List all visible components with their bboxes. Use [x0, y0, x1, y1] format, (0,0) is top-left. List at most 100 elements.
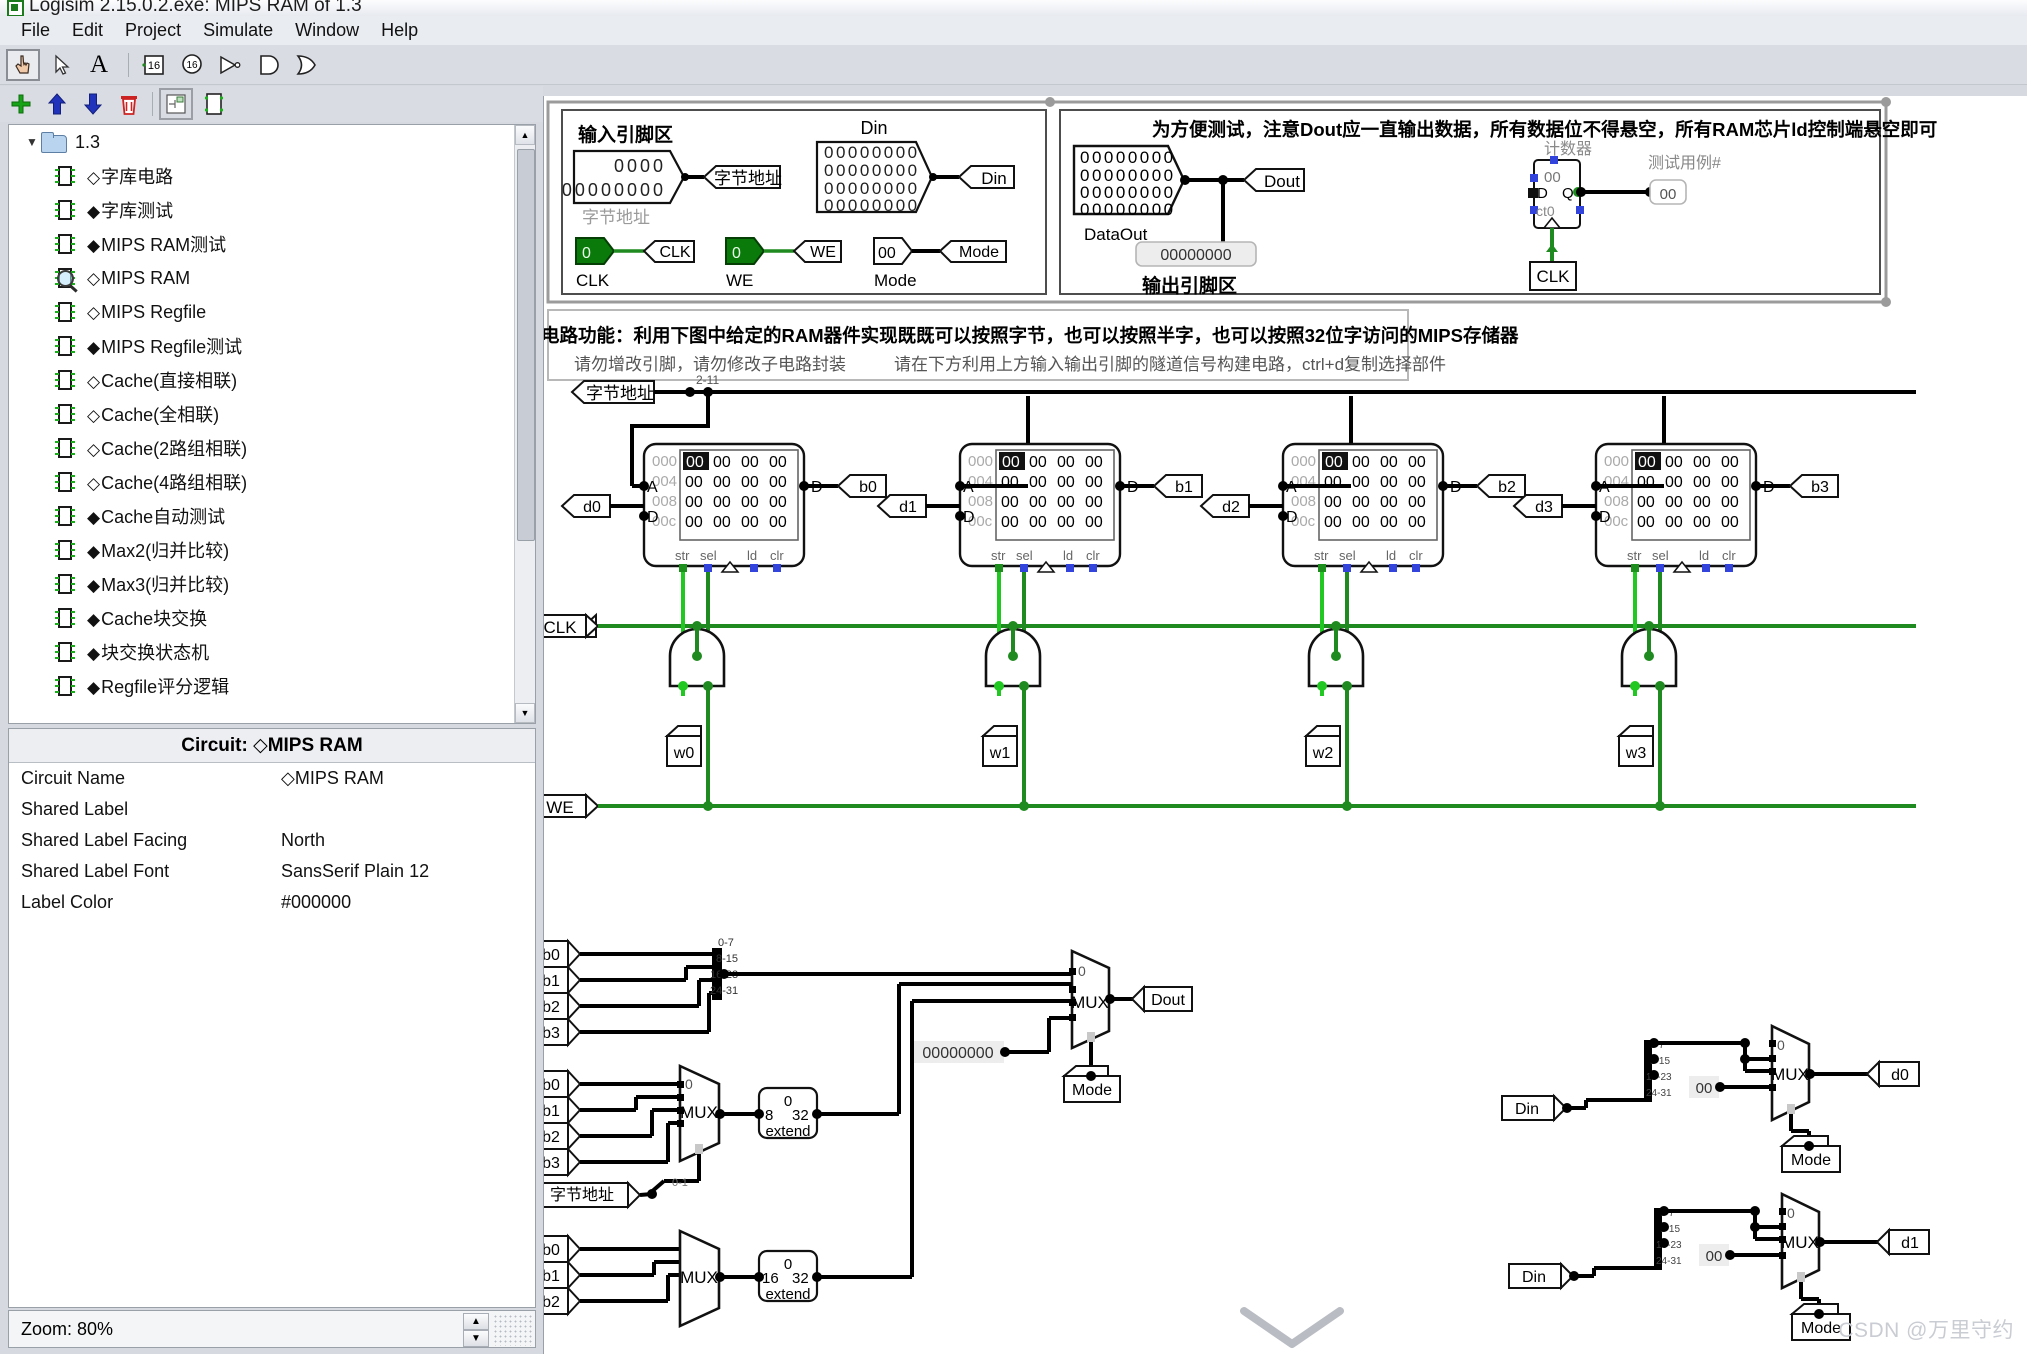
and-gate-tool-button[interactable] [251, 49, 285, 81]
view-simulation-button[interactable] [199, 90, 229, 118]
tunnel-dout-out[interactable]: Dout [1242, 168, 1305, 192]
byte-mux-group[interactable]: b0 b1 b2 b3 0 [544, 1063, 901, 1210]
ram-chip-3[interactable]: 000 004 008 00c 00 00 00 00 00 00 00 00 … [1512, 396, 1839, 573]
menu-edit[interactable]: Edit [61, 18, 114, 43]
tunnel-clk-in[interactable]: CLK [642, 240, 695, 263]
poke-tool-button[interactable] [6, 48, 40, 81]
tree-item-6[interactable]: ◇Cache(直接相联) [9, 363, 535, 397]
attr-row-shared-label-facing[interactable]: Shared Label Facing North [9, 825, 535, 856]
mode-caption: Mode [874, 271, 917, 290]
clk-input-pin[interactable]: 0 CLK [575, 237, 616, 290]
attr-value[interactable]: North [281, 830, 535, 851]
menu-help[interactable]: Help [370, 18, 429, 43]
tree-item-1[interactable]: ◆字库测试 [9, 193, 535, 227]
tunnel-we-in[interactable]: WE [792, 240, 842, 263]
output-probe: 00000000 [1135, 241, 1257, 267]
tree-root[interactable]: ▼ 1.3 [9, 125, 535, 159]
tree-item-8[interactable]: ◇Cache(2路组相联) [9, 431, 535, 465]
selection-handle[interactable] [1881, 297, 1891, 307]
tunnel-din-in[interactable]: Din [957, 165, 1015, 189]
tree-item-11[interactable]: ◆Max2(归并比较) [9, 533, 535, 567]
write-mux-d0-group[interactable]: Din 0-7 8-15 16-23 24-31 [1501, 1023, 1920, 1173]
expand-arrow-icon[interactable]: ▼ [23, 135, 41, 149]
splitter-bit-3: 24-31 [1646, 1088, 1672, 1099]
tree-item-13[interactable]: ◆Cache块交换 [9, 601, 535, 635]
half-mux-group[interactable]: b0 b1 b2 MUX 0 16 [544, 1228, 914, 1329]
tree-item-5[interactable]: ◆MIPS Regfile测试 [9, 329, 535, 363]
tunnel-counter-clk[interactable]: CLK [1529, 261, 1577, 291]
din-display[interactable]: 00000000 00000000 00000000 00000000 [815, 140, 934, 215]
zoom-stepper[interactable]: ▲ ▼ [463, 1313, 489, 1347]
counter-component[interactable]: 00 D Q ct0 [1528, 156, 1584, 229]
tunnel-byte-address-bank[interactable]: 字节地址 [570, 380, 655, 404]
ram-chip-0[interactable]: 000 004 008 00c 00 00 00 00 00 00 00 00 … [560, 396, 887, 573]
attr-value[interactable]: ◇MIPS RAM [281, 768, 535, 789]
tree-item-10[interactable]: ◆Cache自动测试 [9, 499, 535, 533]
explorer-scrollbar[interactable]: ▲ ▼ [514, 125, 535, 723]
ram-cell: 00 [741, 474, 759, 491]
scrollbar-thumb[interactable] [517, 149, 535, 541]
menu-window[interactable]: Window [284, 18, 370, 43]
read-mux-group[interactable]: b0 b1 b2 b3 [544, 937, 1193, 1246]
attr-row-circuit-name[interactable]: Circuit Name ◇MIPS RAM [9, 763, 535, 794]
zoom-up-arrow-icon[interactable]: ▲ [463, 1313, 489, 1330]
selection-handle[interactable] [1045, 97, 1055, 107]
ram-cell: 00 [1408, 454, 1426, 471]
view-toolbox-button[interactable] [159, 88, 193, 120]
tunnel-mode-in[interactable]: Mode [938, 240, 1007, 263]
ram-chip-1[interactable]: 000 004 008 00c 00 00 00 00 00 00 00 00 … [876, 396, 1203, 573]
menu-simulate[interactable]: Simulate [192, 18, 284, 43]
tree-item-0[interactable]: ◇字库电路 [9, 159, 535, 193]
circuit-canvas[interactable]: 输入引脚区 0000 00000000 字节地址 字节地址 Din 000000… [543, 96, 2027, 1354]
input-pin-tool-button[interactable]: 16 [137, 49, 171, 81]
attr-row-shared-label-font[interactable]: Shared Label Font SansSerif Plain 12 [9, 856, 535, 887]
scroll-down-arrow-icon[interactable]: ▼ [515, 703, 535, 723]
text-tool-button[interactable]: A [82, 49, 116, 81]
we-input-pin[interactable]: 0 WE [725, 237, 766, 290]
selection-handle[interactable] [1881, 97, 1891, 107]
tree-item-3-selected[interactable]: ◇MIPS RAM [9, 261, 535, 295]
attr-value[interactable]: SansSerif Plain 12 [281, 861, 535, 882]
not-gate-tool-button[interactable] [213, 49, 247, 81]
ram-chip-2[interactable]: 000 004 008 00c 00 00 00 00 00 00 00 00 … [1199, 396, 1526, 573]
ram-cell: 00 [1637, 474, 1655, 491]
tunnel-byte-address-in[interactable]: 字节地址 [702, 165, 782, 189]
output-pin-tool-button[interactable]: 16 [175, 49, 209, 81]
byte-address-display[interactable]: 0000 00000000 字节地址 [562, 149, 686, 227]
mode-input-pin[interactable]: 00 Mode [873, 237, 917, 290]
tree-item-15[interactable]: ◆Regfile评分逻辑 [9, 669, 535, 703]
ram-cell: 00 [1637, 494, 1655, 511]
write-enable-logic[interactable]: CLK WE w0 w1 w2 w3 [544, 572, 1916, 820]
add-circuit-button[interactable] [6, 90, 36, 118]
menu-file[interactable]: File [10, 18, 61, 43]
attr-value[interactable]: #000000 [281, 892, 535, 913]
ram-cell: 00 [1380, 474, 1398, 491]
tree-item-9[interactable]: ◇Cache(4路组相联) [9, 465, 535, 499]
tunnel-label: d1 [1901, 1235, 1919, 1252]
extend-label: extend [765, 1286, 810, 1303]
scroll-down-chevron-icon[interactable] [1240, 1307, 1344, 1348]
move-up-button[interactable] [42, 90, 72, 118]
move-down-button[interactable] [78, 90, 108, 118]
zoom-down-arrow-icon[interactable]: ▼ [463, 1330, 489, 1347]
tunnel-we-bank[interactable] [585, 792, 600, 820]
const-value: 00 [1706, 1248, 1723, 1265]
circuit-sheet[interactable]: 输入引脚区 0000 00000000 字节地址 字节地址 Din 000000… [544, 96, 2027, 1354]
resize-grip-icon[interactable] [493, 1314, 533, 1346]
or-gate-tool-button[interactable] [289, 49, 323, 81]
tree-item-4[interactable]: ◇MIPS Regfile [9, 295, 535, 329]
scroll-up-arrow-icon[interactable]: ▲ [515, 125, 535, 145]
attr-row-label-color[interactable]: Label Color #000000 [9, 887, 535, 918]
tree-item-12[interactable]: ◆Max3(归并比较) [9, 567, 535, 601]
explorer-panel[interactable]: ▼ 1.3 ◇字库电路 ◆字库测试 ◆MIPS RAM测试 ◇MIPS RAM … [8, 124, 536, 724]
tree-item-14[interactable]: ◆块交换状态机 [9, 635, 535, 669]
tree-item-7[interactable]: ◇Cache(全相联) [9, 397, 535, 431]
attr-row-shared-label[interactable]: Shared Label [9, 794, 535, 825]
menu-project[interactable]: Project [114, 18, 192, 43]
attribute-header: Circuit: ◇MIPS RAM [9, 729, 535, 763]
mode-value: 00 [878, 245, 896, 262]
ram-cell: 00 [1057, 494, 1075, 511]
delete-circuit-button[interactable] [114, 90, 144, 118]
tree-item-2[interactable]: ◆MIPS RAM测试 [9, 227, 535, 261]
select-tool-button[interactable] [44, 49, 78, 81]
